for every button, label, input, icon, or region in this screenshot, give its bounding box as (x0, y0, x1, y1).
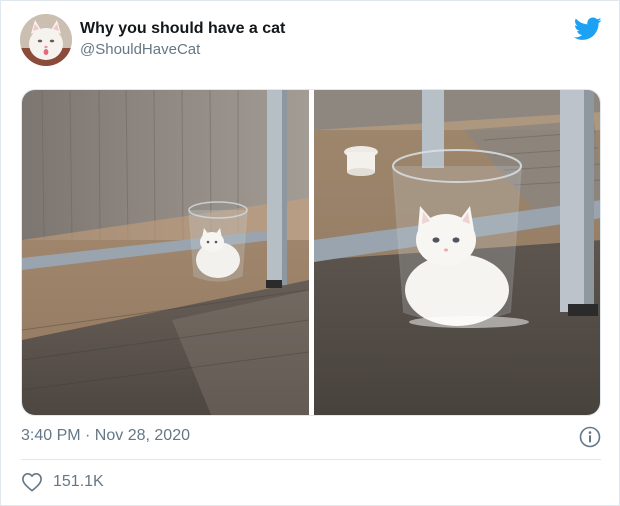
photo-kitten-in-glass-far[interactable] (22, 90, 309, 415)
twitter-bird-icon[interactable] (574, 17, 602, 41)
user-handle[interactable]: @ShouldHaveCat (80, 41, 200, 58)
heart-icon (22, 473, 42, 492)
avatar-cat-image (20, 14, 72, 66)
divider (21, 459, 601, 460)
info-icon[interactable] (579, 426, 601, 448)
tweet-card: Why you should have a cat @ShouldHaveCat (0, 0, 620, 506)
like-button[interactable]: 151.1K (21, 471, 104, 493)
like-count: 151.1K (53, 473, 104, 490)
tweet-media[interactable] (21, 89, 601, 416)
photo-kitten-in-glass-close[interactable] (314, 90, 600, 415)
avatar[interactable] (20, 14, 72, 66)
display-name[interactable]: Why you should have a cat (80, 20, 285, 38)
tweet-timestamp[interactable]: 3:40 PM · Nov 28, 2020 (21, 427, 190, 445)
